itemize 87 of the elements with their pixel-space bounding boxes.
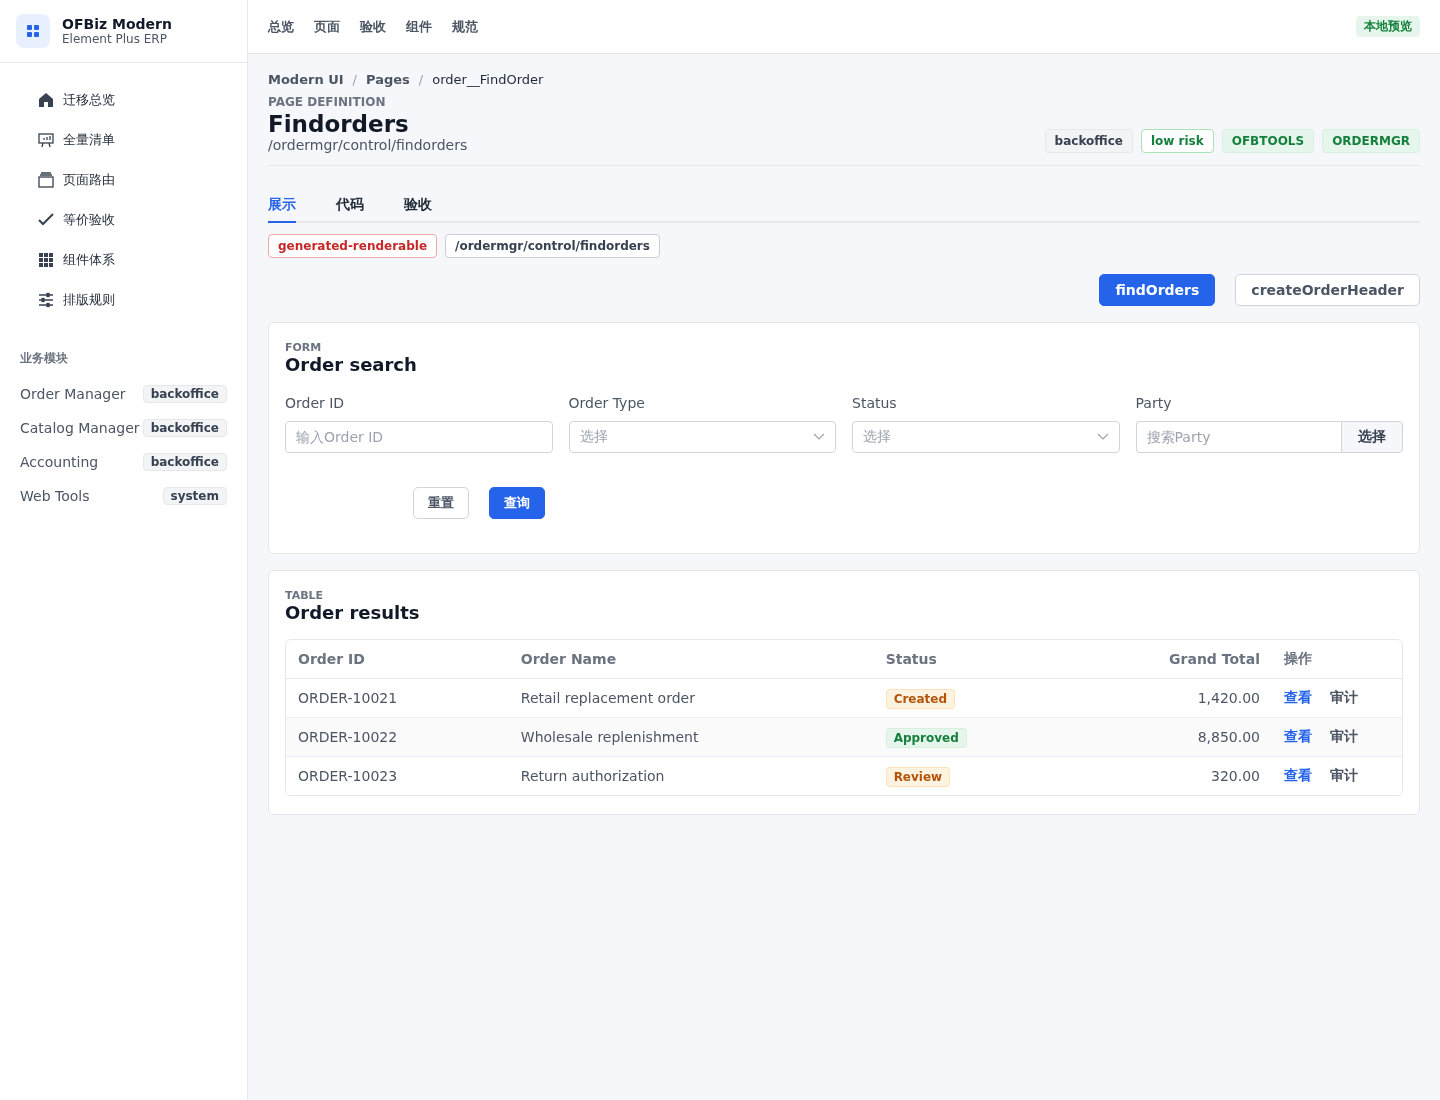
top-nav-link[interactable]: 规范	[452, 17, 478, 36]
tab[interactable]: 展示	[268, 196, 296, 223]
top-nav-link[interactable]: 页面	[314, 17, 340, 36]
row-action-link[interactable]: 审计	[1330, 728, 1358, 744]
module-item[interactable]: Accounting backoffice	[0, 445, 247, 479]
presentation-board-icon	[38, 132, 54, 148]
status-tag: Approved	[885, 728, 967, 748]
table-cell: ORDER-10022	[286, 717, 509, 757]
sidebar-item[interactable]: 排版规则	[38, 280, 247, 320]
module-tag: backoffice	[142, 419, 227, 437]
sliders-icon	[38, 292, 54, 308]
row-action-link[interactable]: 查看	[1284, 689, 1312, 705]
row-action-link[interactable]: 审计	[1330, 689, 1358, 705]
table-cell: Retail replacement order	[508, 678, 874, 718]
card-eyebrow: TABLE	[285, 589, 325, 602]
page-tag: backoffice	[1044, 129, 1133, 153]
card-eyebrow: FORM	[285, 341, 323, 354]
top-nav-link[interactable]: 组件	[406, 17, 432, 36]
form-button[interactable]: 查询	[489, 487, 545, 519]
breadcrumb-item[interactable]: Modern UI	[268, 72, 344, 87]
sidebar-item[interactable]: 页面路由	[38, 160, 247, 200]
table-cell: 1,420.00	[1063, 678, 1272, 718]
card-title: Order search	[285, 354, 418, 375]
breadcrumb-separator: /	[418, 72, 424, 87]
tab[interactable]: 代码	[336, 196, 364, 223]
status-tag: Review	[885, 767, 951, 787]
column-header: Grand Total	[1063, 640, 1272, 679]
breadcrumb-separator: /	[352, 72, 357, 87]
form-button[interactable]: 重置	[413, 487, 469, 519]
module-tag: backoffice	[142, 385, 227, 403]
app-title: OFBiz Modern	[62, 16, 172, 32]
lookup-button[interactable]: 选择	[1341, 421, 1403, 453]
table-cell: 8,850.00	[1063, 717, 1272, 757]
row-action-link[interactable]: 查看	[1284, 767, 1312, 783]
check-icon	[38, 212, 54, 228]
module-item[interactable]: Catalog Manager backoffice	[0, 411, 247, 445]
top-nav-link[interactable]: 验收	[360, 17, 386, 36]
row-action-link[interactable]: 审计	[1330, 767, 1358, 783]
page-tag: low risk	[1140, 129, 1214, 153]
page-path: /ordermgr/control/findorders	[268, 137, 468, 153]
action-button[interactable]: findOrders	[1099, 274, 1216, 306]
table-cell: 320.00	[1063, 756, 1272, 795]
info-tag: generated-renderable	[268, 234, 438, 258]
breadcrumb-item: order__FindOrder	[432, 72, 544, 87]
page-tag: OFBTOOLS	[1221, 129, 1315, 153]
environment-badge: 本地预览	[1356, 16, 1420, 37]
card-title: Order results	[285, 602, 421, 623]
column-header: Order Name	[508, 640, 874, 679]
page-title: Findorders	[268, 111, 410, 137]
page-eyebrow: PAGE DEFINITION	[268, 95, 387, 109]
status-tag: Created	[885, 689, 956, 709]
column-header: Order ID	[286, 640, 509, 679]
column-header: 操作	[1272, 640, 1402, 679]
chevron-down-icon	[813, 433, 825, 441]
stacked-window-icon	[38, 172, 54, 188]
section-heading: 业务模块	[19, 350, 69, 367]
info-tag: /ordermgr/control/findorders	[445, 234, 660, 258]
tab[interactable]: 验收	[404, 196, 432, 223]
input-field[interactable]: 搜索Party	[1135, 421, 1341, 453]
column-header: Status	[873, 640, 1064, 679]
table-cell: ORDER-10023	[286, 756, 509, 795]
field-label: Status	[852, 395, 898, 411]
top-nav-link[interactable]: 总览	[268, 17, 294, 36]
field-label: Order Type	[568, 395, 646, 411]
page-tag: ORDERMGR	[1322, 129, 1420, 153]
sidebar-item[interactable]: 迁移总览	[38, 80, 247, 120]
row-action-link[interactable]: 查看	[1284, 728, 1312, 744]
table-cell: ORDER-10021	[286, 678, 509, 718]
sidebar-item[interactable]: 组件体系	[38, 240, 247, 280]
sidebar-item[interactable]: 全量清单	[38, 120, 247, 160]
input-field[interactable]: 输入Order ID	[285, 421, 553, 453]
home-icon	[38, 92, 54, 108]
module-tag: backoffice	[142, 453, 227, 471]
module-item[interactable]: Order Manager backoffice	[0, 377, 247, 411]
app-logo	[16, 14, 50, 48]
field-label: Order ID	[285, 395, 346, 411]
table-cell: Wholesale replenishment	[508, 717, 874, 757]
chevron-down-icon	[1096, 433, 1109, 441]
module-tag: system	[162, 487, 227, 505]
sidebar-item[interactable]: 等价验收	[38, 200, 247, 240]
module-item[interactable]: Web Tools system	[0, 479, 247, 513]
table-cell: Return authorization	[508, 756, 874, 795]
grid-icon	[38, 252, 54, 268]
action-button[interactable]: createOrderHeader	[1235, 274, 1420, 306]
breadcrumb-item[interactable]: Pages	[365, 72, 410, 87]
app-subtitle: Element Plus ERP	[62, 32, 168, 46]
field-label: Party	[1135, 395, 1173, 411]
